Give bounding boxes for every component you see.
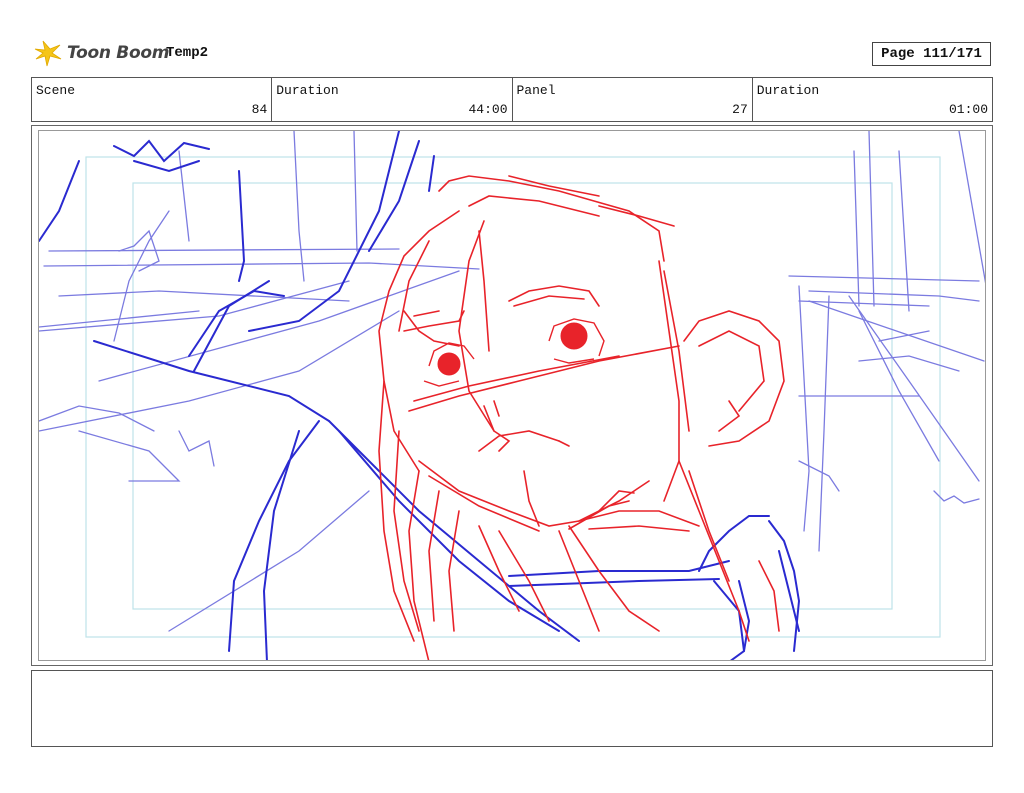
toon-boom-logo: Toon Boom	[33, 38, 169, 68]
panel-duration-label: Duration	[756, 83, 820, 98]
page-indicator: Page 111/171	[872, 42, 991, 66]
toon-boom-star-icon	[34, 40, 62, 67]
project-title: Temp2	[166, 45, 209, 61]
sketch-drawing	[39, 131, 985, 660]
info-row: Scene 84 Duration 44:00 Panel 27 Duratio…	[31, 77, 993, 122]
left-eye	[437, 352, 461, 376]
right-eye	[560, 322, 588, 350]
brand-name: Toon Boom	[67, 43, 170, 63]
scene-duration-value: 44:00	[468, 102, 508, 117]
character-face-sketch	[378, 175, 785, 660]
background-sketch	[39, 131, 985, 632]
scene-label: Scene	[36, 83, 76, 98]
panel-duration-value: 01:00	[948, 102, 988, 117]
panel-label: Panel	[516, 83, 556, 98]
scene-value: 84	[251, 102, 268, 117]
panel-cell: Panel 27	[513, 78, 753, 121]
scene-cell: Scene 84	[32, 78, 273, 121]
storyboard-panel	[38, 130, 986, 661]
notes-box	[31, 670, 993, 747]
safe-frame-outer	[85, 156, 941, 638]
scene-duration-cell: Duration 44:00	[272, 78, 513, 121]
scene-duration-label: Duration	[276, 83, 339, 98]
panel-value: 27	[732, 102, 748, 117]
character-eyes	[437, 322, 588, 376]
panel-duration-cell: Duration 01:00	[753, 78, 992, 121]
